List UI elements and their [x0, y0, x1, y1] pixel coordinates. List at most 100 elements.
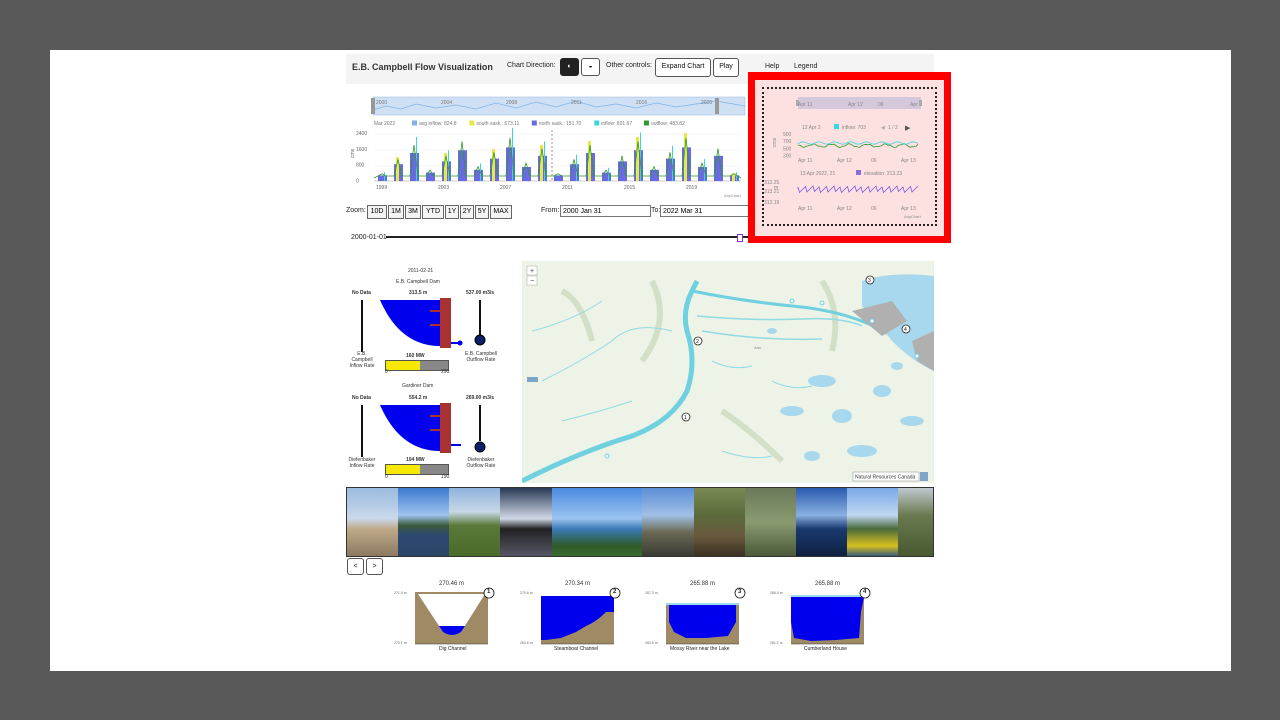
zoom-1m-button[interactable]: 1M [388, 205, 404, 219]
main-chart-credit: AnyChart [724, 193, 742, 198]
elevation-tooltip-date: 13 Apr 2022, 21 [800, 171, 836, 177]
mini-chart-credit: AnyChart [904, 214, 922, 219]
timeline-slider-handle[interactable] [737, 234, 743, 242]
zoom-ytd-button[interactable]: YTD [422, 205, 444, 219]
mini-x-tick-label: Apr 11 [798, 158, 813, 164]
mini-pager: 1 / 2 [888, 125, 898, 131]
navigator-left-handle[interactable] [371, 98, 375, 114]
help-link[interactable]: Help [765, 63, 779, 70]
mini-navigator-tick: Apr [910, 102, 918, 108]
app-title: E.B. Campbell Flow Visualization [352, 62, 493, 72]
gallery-photo[interactable] [642, 488, 694, 556]
navigator-year-label: 2011 [571, 100, 582, 106]
gallery-photo[interactable] [552, 488, 642, 556]
campbell-outflow-indicator [474, 334, 486, 346]
map-layer-control[interactable] [527, 377, 538, 382]
navigator-right-handle[interactable] [715, 98, 719, 114]
cross-section-bottom-elevation: 261.2 m [770, 641, 783, 645]
gallery-photo[interactable] [694, 488, 745, 556]
gallery-photo[interactable] [347, 488, 398, 556]
zoom-2y-button[interactable]: 2Y [460, 205, 474, 219]
direction-dark-button[interactable]: ◐ [560, 58, 579, 76]
elevation-y-tick-label: 313.25 [764, 180, 780, 186]
zoom-10d-button[interactable]: 10D [367, 205, 387, 219]
gallery-photo[interactable] [745, 488, 796, 556]
gallery-photo[interactable] [398, 488, 449, 556]
gallery-photo[interactable] [500, 488, 552, 556]
mini-navigator-tick: 06 [878, 102, 884, 108]
main-x-tick-label: 2011 [562, 185, 573, 191]
zoom-max-button[interactable]: MAX [490, 205, 512, 219]
cross-section-2[interactable]: 270.34 m 270.6 m 264.6 m 2 Steamboat Cha… [520, 578, 622, 652]
legend-swatch-north-sask [531, 120, 537, 126]
mini-x-tick-label: 06 [871, 158, 877, 164]
cross-section-3[interactable]: 265.88 m 267.3 m 260.5 m 3 Mossy River n… [645, 578, 747, 652]
map-marker-4[interactable]: 4 [901, 324, 911, 334]
river-map[interactable]: Arm + − 1 2 3 4 Natural Resources Canada [522, 261, 934, 483]
mini-next-icon[interactable]: ▶ [905, 125, 911, 132]
elevation-tooltip-value: elevation: 313.23 [864, 171, 902, 177]
gardiner-inflow-gauge [361, 405, 363, 457]
zoom-3m-button[interactable]: 3M [405, 205, 421, 219]
cross-section-4-profile [791, 592, 864, 645]
main-x-ticks: 1999 2003 2007 2011 2015 2019 [376, 185, 697, 191]
gallery-photo[interactable] [898, 488, 933, 556]
cross-section-top-elevation: 270.6 m [520, 591, 533, 595]
zoom-label: Zoom: [346, 207, 366, 214]
cross-section-1[interactable]: 270.46 m 271.0 m 270.1 m 1 Dig Channel [394, 578, 496, 652]
gardiner-dam-diagram [361, 403, 486, 457]
mini-y-label: cms [772, 137, 778, 147]
gallery-next-button[interactable]: > [366, 558, 383, 575]
gallery-photo[interactable] [847, 488, 898, 556]
mini-flow-chart[interactable]: Apr 11 Apr 12 06 Apr 12 Apr 2 inflow: 703 ◀… [764, 89, 934, 222]
gardiner-reservoir [380, 405, 440, 451]
main-x-tick-label: 2003 [438, 185, 449, 191]
map-marker-2-label: 2 [696, 339, 699, 345]
legend-entry-outflow: outflow: 483.82 [651, 121, 685, 127]
half-circle-icon: ◒ [588, 63, 593, 70]
campbell-inflow-label: E.B. Campbell Inflow Rate [349, 351, 375, 369]
gallery-photo[interactable] [796, 488, 847, 556]
cross-section-3-profile [666, 592, 739, 645]
elevation-y-tick-label: 313.19 [764, 200, 780, 206]
main-x-tick-label: 1999 [376, 185, 387, 191]
map-marker-2[interactable]: 2 [693, 336, 703, 346]
zoom-1y-button[interactable]: 1Y [445, 205, 459, 219]
map-info-icon[interactable] [920, 472, 928, 481]
legend-entry-north-sask: north sask.: 151.70 [539, 121, 582, 127]
navigator-year-label: 2004 [441, 100, 452, 106]
mini-y-tick-label: 500 [783, 146, 792, 152]
zoom-5y-button[interactable]: 5Y [475, 205, 489, 219]
direction-light-button[interactable]: ◒ [581, 58, 600, 76]
mini-navigator-tick: Apr 11 [798, 102, 813, 108]
dam-date: 2011-02-21 [408, 268, 434, 274]
map-marker-1[interactable]: 1 [681, 412, 691, 422]
cross-section-bottom-elevation: 260.5 m [645, 641, 658, 645]
elevation-line [797, 185, 919, 194]
mini-prev-icon[interactable]: ◀ [881, 125, 885, 131]
inflow-legend-swatch [834, 124, 839, 129]
play-button[interactable]: Play [713, 58, 739, 77]
to-date-input[interactable]: 2022 Mar 31 [660, 205, 751, 217]
mini-y-tick-label: 300 [783, 154, 792, 160]
mini-x-tick-label: Apr 13 [901, 158, 916, 164]
cross-section-4[interactable]: 265.88 m 266.0 m 261.2 m 4 Cumberland Ho… [770, 578, 872, 652]
gallery-prev-button[interactable]: < [347, 558, 364, 575]
gardiner-power-fill [386, 465, 421, 474]
expand-chart-button[interactable]: Expand Chart [655, 58, 711, 77]
campbell-power: 160 MW [406, 353, 425, 359]
cross-section-number: 1 [487, 589, 491, 595]
navigator-year-label: 2000 [376, 100, 387, 106]
campbell-power-min: 0 [385, 369, 388, 375]
main-flow-chart[interactable]: 2000 2004 2008 2011 2016 2020 Mar 2022 avg inf… [346, 92, 746, 202]
cross-section-name: Steamboat Channel [554, 646, 599, 652]
legend-link[interactable]: Legend [794, 63, 817, 70]
from-date-input[interactable]: 2000 Jan 31 [560, 205, 651, 217]
gallery-photo[interactable] [449, 488, 500, 556]
main-x-tick-label: 2007 [500, 185, 511, 191]
main-y-tick-label: 2400 [356, 131, 367, 137]
mini-y-tick-label: 900 [783, 132, 792, 138]
campbell-outflow-label: E.B. Campbell Outflow Rate [465, 351, 497, 363]
elevation-y-ticks: 313.25 313.21 313.19 [764, 180, 780, 206]
map-marker-3[interactable]: 3 [865, 275, 875, 285]
